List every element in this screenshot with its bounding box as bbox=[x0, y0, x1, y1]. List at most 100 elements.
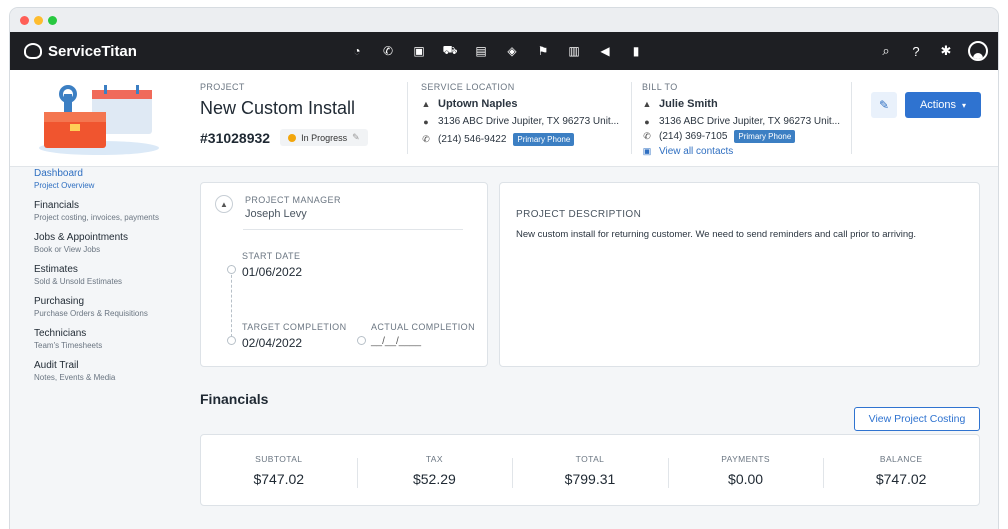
flag-icon[interactable]: ⚑ bbox=[534, 42, 552, 60]
location-phone[interactable]: (214) 546-9422 bbox=[438, 134, 506, 145]
toolbox-illustration bbox=[39, 85, 159, 155]
sidebar-item-sublabel: Sold & Unsold Estimates bbox=[34, 277, 123, 286]
sidebar-item-label: Jobs & Appointments bbox=[34, 232, 128, 243]
start-date[interactable]: START DATE 01/06/2022 bbox=[242, 251, 302, 279]
customer-address: 3136 ABC Drive Jupiter, TX 96273 Unit... bbox=[659, 116, 841, 127]
brand-logo[interactable]: ServiceTitan bbox=[24, 43, 137, 60]
chart-icon[interactable]: ▥ bbox=[565, 42, 583, 60]
sidebar-item-financials[interactable]: Financials Project costing, invoices, pa… bbox=[34, 200, 178, 222]
user-avatar-icon[interactable] bbox=[968, 41, 988, 61]
location-name[interactable]: Uptown Naples bbox=[438, 98, 517, 110]
customer-name[interactable]: Julie Smith bbox=[659, 98, 718, 110]
timeline-line bbox=[231, 265, 232, 337]
status-badge[interactable]: In Progress ✎ bbox=[280, 129, 368, 146]
chevron-down-icon: ▾ bbox=[962, 100, 967, 110]
sidebar-item-technicians[interactable]: Technicians Team's Timesheets bbox=[34, 328, 178, 350]
edit-project-button[interactable]: ✎ bbox=[871, 92, 897, 118]
phone-icon[interactable]: ✆ bbox=[379, 42, 397, 60]
financial-value: $799.31 bbox=[564, 470, 616, 487]
project-manager-label: PROJECT MANAGER bbox=[245, 195, 341, 205]
help-icon[interactable]: ? bbox=[908, 43, 924, 59]
divider bbox=[243, 229, 463, 230]
main-nav-icons: ◔ ✆ ▣ ⛟ ▤ ◈ ⚑ ▥ ◀ ▮ bbox=[348, 32, 645, 70]
customer-phone[interactable]: (214) 369-7105 bbox=[659, 131, 727, 142]
financials-summary-card: SUBTOTAL $747.02 TAX $52.29 TOTAL $799.3… bbox=[200, 434, 980, 506]
sidebar-item-purchasing[interactable]: Purchasing Purchase Orders & Requisition… bbox=[34, 296, 178, 318]
project-schedule-card: ▲ PROJECT MANAGER Joseph Levy START DATE… bbox=[200, 182, 488, 367]
sidebar-item-jobs[interactable]: Jobs & Appointments Book or View Jobs bbox=[34, 232, 178, 254]
sidebar-item-sublabel: Book or View Jobs bbox=[34, 245, 101, 254]
financial-label: PAYMENTS bbox=[721, 453, 770, 464]
phone-icon: ✆ bbox=[643, 131, 651, 141]
project-manager: ▲ PROJECT MANAGER Joseph Levy bbox=[201, 183, 487, 220]
financials-heading: Financials bbox=[200, 391, 269, 407]
sidebar-item-estimates[interactable]: Estimates Sold & Unsold Estimates bbox=[34, 264, 178, 286]
financial-balance: BALANCE $747.02 bbox=[823, 453, 979, 488]
target-completion-label: TARGET COMPLETION bbox=[242, 322, 347, 332]
servicetitan-logo-icon bbox=[24, 43, 42, 59]
app-window: ServiceTitan ◔ ✆ ▣ ⛟ ▤ ◈ ⚑ ▥ ◀ ▮ ⌕ ? ✱ P… bbox=[10, 8, 998, 529]
financial-value: $747.02 bbox=[875, 470, 927, 487]
brand-name: ServiceTitan bbox=[48, 42, 137, 60]
pencil-icon[interactable]: ✎ bbox=[352, 132, 360, 143]
sidebar-item-label: Estimates bbox=[34, 264, 78, 275]
minimize-window-dot[interactable] bbox=[34, 15, 43, 25]
document-icon[interactable]: ▮ bbox=[627, 42, 645, 60]
sidebar-item-label: Technicians bbox=[34, 328, 87, 339]
map-pin-icon: ● bbox=[644, 116, 650, 127]
target-completion-value: 02/04/2022 bbox=[242, 336, 303, 350]
bill-to: BILL TO ▲ Julie Smith ● 3136 ABC Drive Jup… bbox=[642, 82, 840, 157]
settings-icon[interactable]: ✱ bbox=[938, 43, 954, 59]
financial-label: BALANCE bbox=[879, 453, 923, 464]
top-nav-right: ⌕ ? ✱ bbox=[878, 32, 988, 70]
bill-to-details: ▲ Julie Smith ● 3136 ABC Drive Jupiter, TX… bbox=[642, 98, 841, 157]
phone-icon: ✆ bbox=[422, 134, 430, 144]
project-number-row: #31028932 In Progress ✎ bbox=[200, 129, 368, 146]
financial-value: $0.00 bbox=[728, 470, 764, 487]
financial-subtotal: SUBTOTAL $747.02 bbox=[201, 454, 357, 487]
actual-date-marker-icon bbox=[357, 336, 366, 345]
primary-phone-badge: Primary Phone bbox=[513, 133, 575, 146]
maximize-window-dot[interactable] bbox=[48, 15, 57, 25]
calendar-icon[interactable]: ▣ bbox=[410, 42, 428, 60]
start-date-value: 01/06/2022 bbox=[242, 265, 303, 279]
search-icon[interactable]: ⌕ bbox=[878, 43, 894, 59]
project-sidebar: Dashboard Project Overview Financials Pr… bbox=[10, 168, 178, 392]
financial-label: TAX bbox=[425, 453, 443, 464]
service-location-label: SERVICE LOCATION bbox=[421, 82, 515, 92]
person-icon: ▲ bbox=[215, 195, 233, 213]
view-project-costing-button[interactable]: View Project Costing bbox=[854, 407, 980, 431]
sidebar-item-dashboard[interactable]: Dashboard Project Overview bbox=[34, 168, 178, 190]
financial-value: $747.02 bbox=[253, 470, 305, 487]
person-icon: ▲ bbox=[421, 99, 431, 109]
project-description-label: PROJECT DESCRIPTION bbox=[516, 209, 642, 220]
financial-value: $52.29 bbox=[412, 470, 456, 487]
target-date-marker-icon bbox=[227, 336, 236, 345]
truck-icon[interactable]: ⛟ bbox=[441, 42, 459, 60]
primary-phone-badge: Primary Phone bbox=[734, 130, 796, 143]
actual-completion[interactable]: ACTUAL COMPLETION __/__/____ bbox=[371, 322, 475, 347]
header-divider bbox=[851, 82, 852, 154]
project-info: PROJECT New Custom Install #31028932 In … bbox=[200, 82, 368, 146]
box-icon[interactable]: ◈ bbox=[503, 42, 521, 60]
view-all-contacts-link[interactable]: View all contacts bbox=[659, 146, 733, 157]
header-divider bbox=[631, 82, 632, 154]
dashboard-icon[interactable]: ◔ bbox=[348, 42, 366, 60]
close-window-dot[interactable] bbox=[20, 15, 29, 25]
sidebar-item-sublabel: Purchase Orders & Requisitions bbox=[34, 309, 148, 318]
target-completion[interactable]: TARGET COMPLETION 02/04/2022 bbox=[242, 322, 346, 350]
financial-payments: PAYMENTS $0.00 bbox=[667, 453, 824, 488]
project-description-card: PROJECT DESCRIPTION New custom install f… bbox=[499, 182, 980, 367]
megaphone-icon[interactable]: ◀ bbox=[596, 42, 614, 60]
status-label: In Progress bbox=[301, 132, 348, 143]
actual-completion-label: ACTUAL COMPLETION bbox=[371, 322, 475, 332]
project-manager-name[interactable]: Joseph Levy bbox=[245, 208, 341, 220]
sidebar-item-audit-trail[interactable]: Audit Trail Notes, Events & Media bbox=[34, 360, 178, 382]
project-label: PROJECT bbox=[200, 82, 245, 92]
map-pin-icon: ● bbox=[423, 116, 429, 127]
service-location-details: ▲ Uptown Naples ● 3136 ABC Drive Jupiter, … bbox=[421, 98, 619, 146]
actions-dropdown-button[interactable]: Actions ▾ bbox=[905, 92, 981, 118]
clipboard-icon[interactable]: ▤ bbox=[472, 42, 490, 60]
header-divider bbox=[407, 82, 408, 154]
person-icon: ▲ bbox=[642, 99, 652, 109]
